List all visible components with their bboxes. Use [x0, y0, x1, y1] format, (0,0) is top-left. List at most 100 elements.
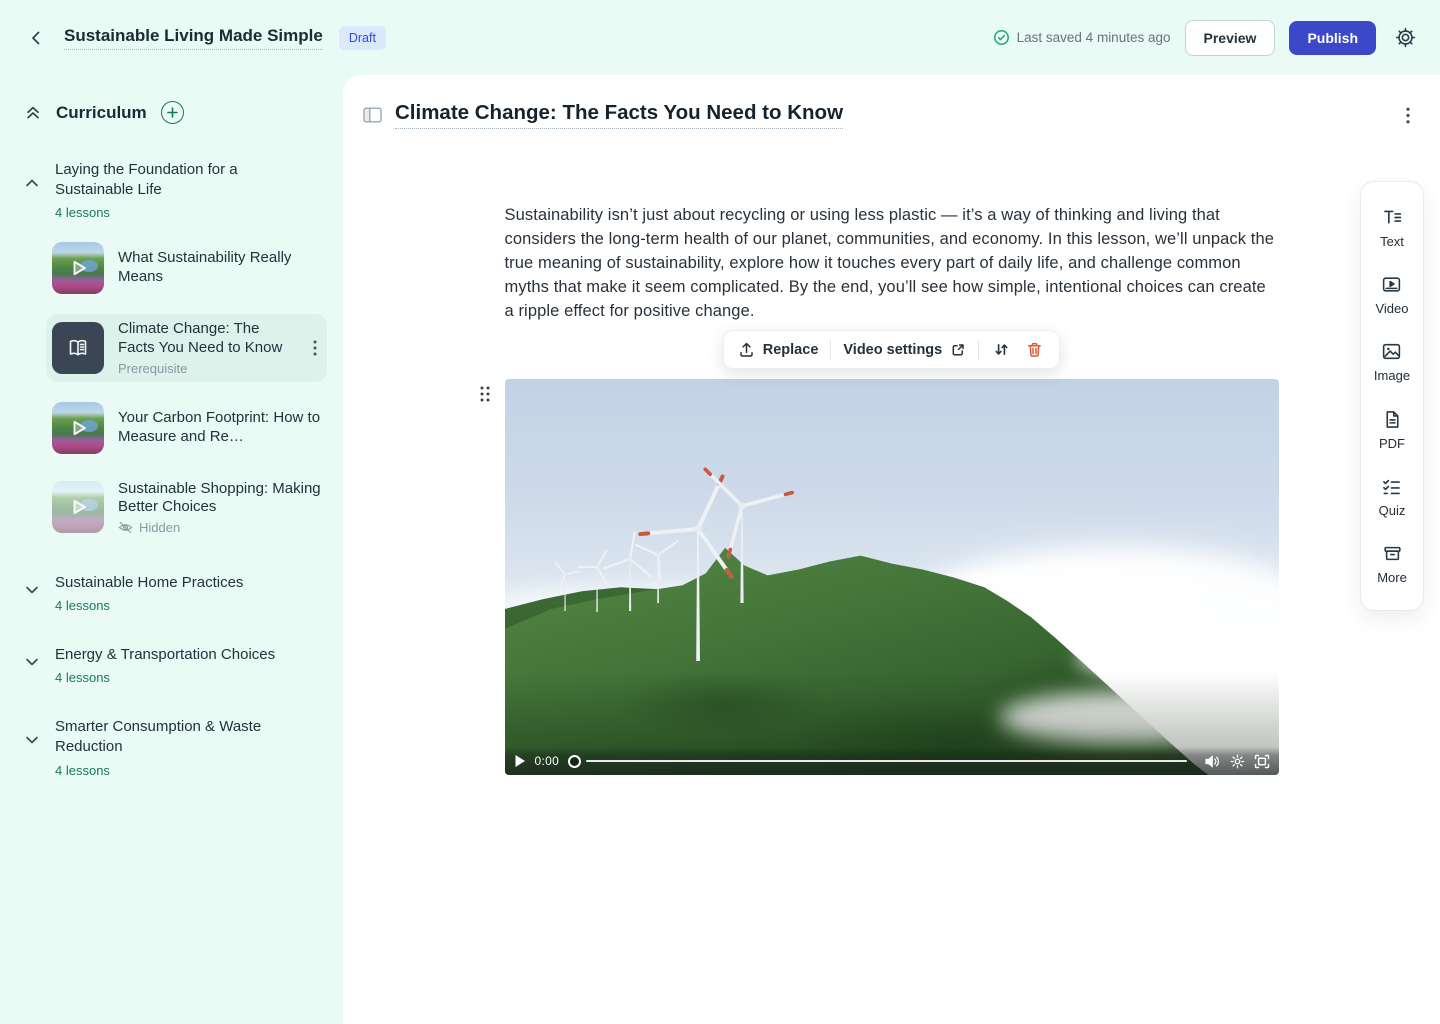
video-icon: [1381, 274, 1402, 295]
video-controls-bar: 0:00: [505, 747, 1279, 775]
lesson-options-kebab-icon[interactable]: [1402, 103, 1414, 128]
last-saved-status: Last saved 4 minutes ago: [993, 29, 1171, 46]
status-badge: Draft: [339, 26, 386, 50]
sidebar-title: Curriculum: [56, 103, 147, 123]
lesson-title: Sustainable Shopping: Making Better Choi…: [118, 480, 321, 518]
play-icon: [65, 494, 91, 520]
play-icon: [65, 255, 91, 281]
insert-label: Quiz: [1379, 503, 1406, 518]
play-button-icon[interactable]: [514, 754, 526, 768]
insert-label: Text: [1380, 234, 1404, 249]
panel-left-toggle-icon[interactable]: [363, 106, 382, 124]
insert-text-button[interactable]: Text: [1380, 207, 1404, 249]
preview-button[interactable]: Preview: [1185, 20, 1276, 56]
section-title: Laying the Foundation for a Sustainable …: [55, 160, 290, 200]
eye-off-icon: [118, 520, 133, 535]
fullscreen-icon[interactable]: [1254, 754, 1270, 769]
book-open-icon: [65, 335, 91, 361]
chevron-down-icon[interactable]: [24, 582, 42, 598]
lesson-hidden-label: Hidden: [139, 520, 180, 535]
insert-label: Video: [1375, 301, 1408, 316]
video-block: 0:00: [505, 379, 1279, 775]
curriculum-section: Energy & Transportation Choices 4 lesson…: [24, 645, 329, 685]
video-player[interactable]: 0:00: [505, 379, 1279, 775]
insert-quiz-button[interactable]: Quiz: [1379, 476, 1406, 518]
publish-button[interactable]: Publish: [1289, 21, 1376, 55]
section-header[interactable]: Laying the Foundation for a Sustainable …: [55, 160, 290, 220]
video-block-toolbar: Replace Video settings: [723, 330, 1060, 369]
volume-icon[interactable]: [1204, 754, 1221, 769]
drag-handle-icon[interactable]: [479, 385, 491, 403]
section-header[interactable]: Energy & Transportation Choices 4 lesson…: [55, 645, 275, 685]
video-settings-button[interactable]: Video settings: [843, 342, 966, 358]
video-settings-gear-icon[interactable]: [1230, 754, 1245, 769]
toolbar-divider: [830, 340, 831, 360]
section-title: Smarter Consumption & Waste Reduction: [55, 717, 290, 757]
insert-image-button[interactable]: Image: [1374, 341, 1410, 383]
lesson-video-thumbnail[interactable]: [52, 402, 104, 454]
lesson-video-thumbnail[interactable]: [52, 481, 104, 533]
lesson-intro-paragraph[interactable]: Sustainability isn’t just about recyclin…: [505, 203, 1279, 323]
insert-pdf-button[interactable]: PDF: [1379, 409, 1405, 451]
pdf-icon: [1382, 409, 1403, 430]
plus-icon: [167, 107, 178, 118]
lesson-page-title[interactable]: Climate Change: The Facts You Need to Kn…: [395, 101, 843, 129]
insert-label: PDF: [1379, 436, 1405, 451]
delete-trash-icon[interactable]: [1024, 339, 1045, 360]
insert-video-button[interactable]: Video: [1375, 274, 1408, 316]
saved-check-icon: [993, 29, 1010, 46]
play-icon: [65, 415, 91, 441]
replace-label: Replace: [763, 342, 819, 358]
lesson-item-selected[interactable]: Climate Change: The Facts You Need to Kn…: [46, 314, 327, 382]
lesson-item[interactable]: Your Carbon Footprint: How to Measure an…: [46, 396, 327, 460]
lesson-editor-panel: Climate Change: The Facts You Need to Kn…: [343, 75, 1440, 1024]
insert-block-panel: Text Video Image PDF Quiz More: [1360, 181, 1424, 611]
text-icon: [1382, 207, 1403, 228]
topbar: Sustainable Living Made Simple Draft Las…: [0, 0, 1440, 75]
lesson-video-thumbnail[interactable]: [52, 242, 104, 294]
section-lesson-count: 4 lessons: [55, 598, 243, 613]
chevron-left-icon: [27, 29, 45, 47]
lesson-item-hidden[interactable]: Sustainable Shopping: Making Better Choi…: [46, 474, 327, 542]
lesson-item[interactable]: What Sustainability Really Means: [46, 236, 327, 300]
course-title[interactable]: Sustainable Living Made Simple: [64, 26, 323, 50]
add-section-button[interactable]: [161, 101, 184, 124]
curriculum-section: Smarter Consumption & Waste Reduction 4 …: [24, 717, 329, 777]
section-lesson-count: 4 lessons: [55, 205, 290, 220]
curriculum-section: Sustainable Home Practices 4 lessons: [24, 573, 329, 613]
video-current-time: 0:00: [535, 754, 560, 768]
chevron-up-icon[interactable]: [24, 175, 42, 191]
back-button[interactable]: [22, 24, 50, 52]
insert-more-button[interactable]: More: [1377, 543, 1407, 585]
more-icon: [1382, 543, 1403, 564]
collapse-all-icon[interactable]: [24, 104, 42, 122]
section-lesson-count: 4 lessons: [55, 763, 290, 778]
section-title: Energy & Transportation Choices: [55, 645, 275, 665]
progress-track[interactable]: [586, 760, 1186, 762]
toolbar-divider: [978, 340, 979, 360]
section-header[interactable]: Smarter Consumption & Waste Reduction 4 …: [55, 717, 290, 777]
insert-label: Image: [1374, 368, 1410, 383]
section-header[interactable]: Sustainable Home Practices 4 lessons: [55, 573, 243, 613]
section-title: Sustainable Home Practices: [55, 573, 243, 593]
upload-icon: [738, 341, 755, 358]
lesson-title: Your Carbon Footprint: How to Measure an…: [118, 409, 321, 447]
chevron-down-icon[interactable]: [24, 654, 42, 670]
quiz-icon: [1381, 476, 1402, 497]
section-lesson-count: 4 lessons: [55, 670, 275, 685]
lesson-title: Climate Change: The Facts You Need to Kn…: [118, 320, 295, 358]
curriculum-sidebar: Curriculum Laying the Foundation for a S…: [0, 75, 343, 1024]
insert-label: More: [1377, 570, 1407, 585]
lesson-reading-thumbnail[interactable]: [52, 322, 104, 374]
chevron-down-icon[interactable]: [24, 732, 42, 748]
replace-button[interactable]: Replace: [738, 341, 819, 358]
video-settings-label: Video settings: [843, 342, 942, 358]
lesson-prerequisite-label: Prerequisite: [118, 361, 295, 376]
image-icon: [1381, 341, 1402, 362]
settings-gear-icon[interactable]: [1390, 23, 1420, 53]
lesson-title: What Sustainability Really Means: [118, 249, 321, 287]
scrubber-handle[interactable]: [568, 755, 581, 768]
curriculum-section: Laying the Foundation for a Sustainable …: [24, 160, 329, 541]
lesson-menu-kebab-icon[interactable]: [309, 336, 321, 360]
move-reorder-icon[interactable]: [991, 339, 1012, 360]
